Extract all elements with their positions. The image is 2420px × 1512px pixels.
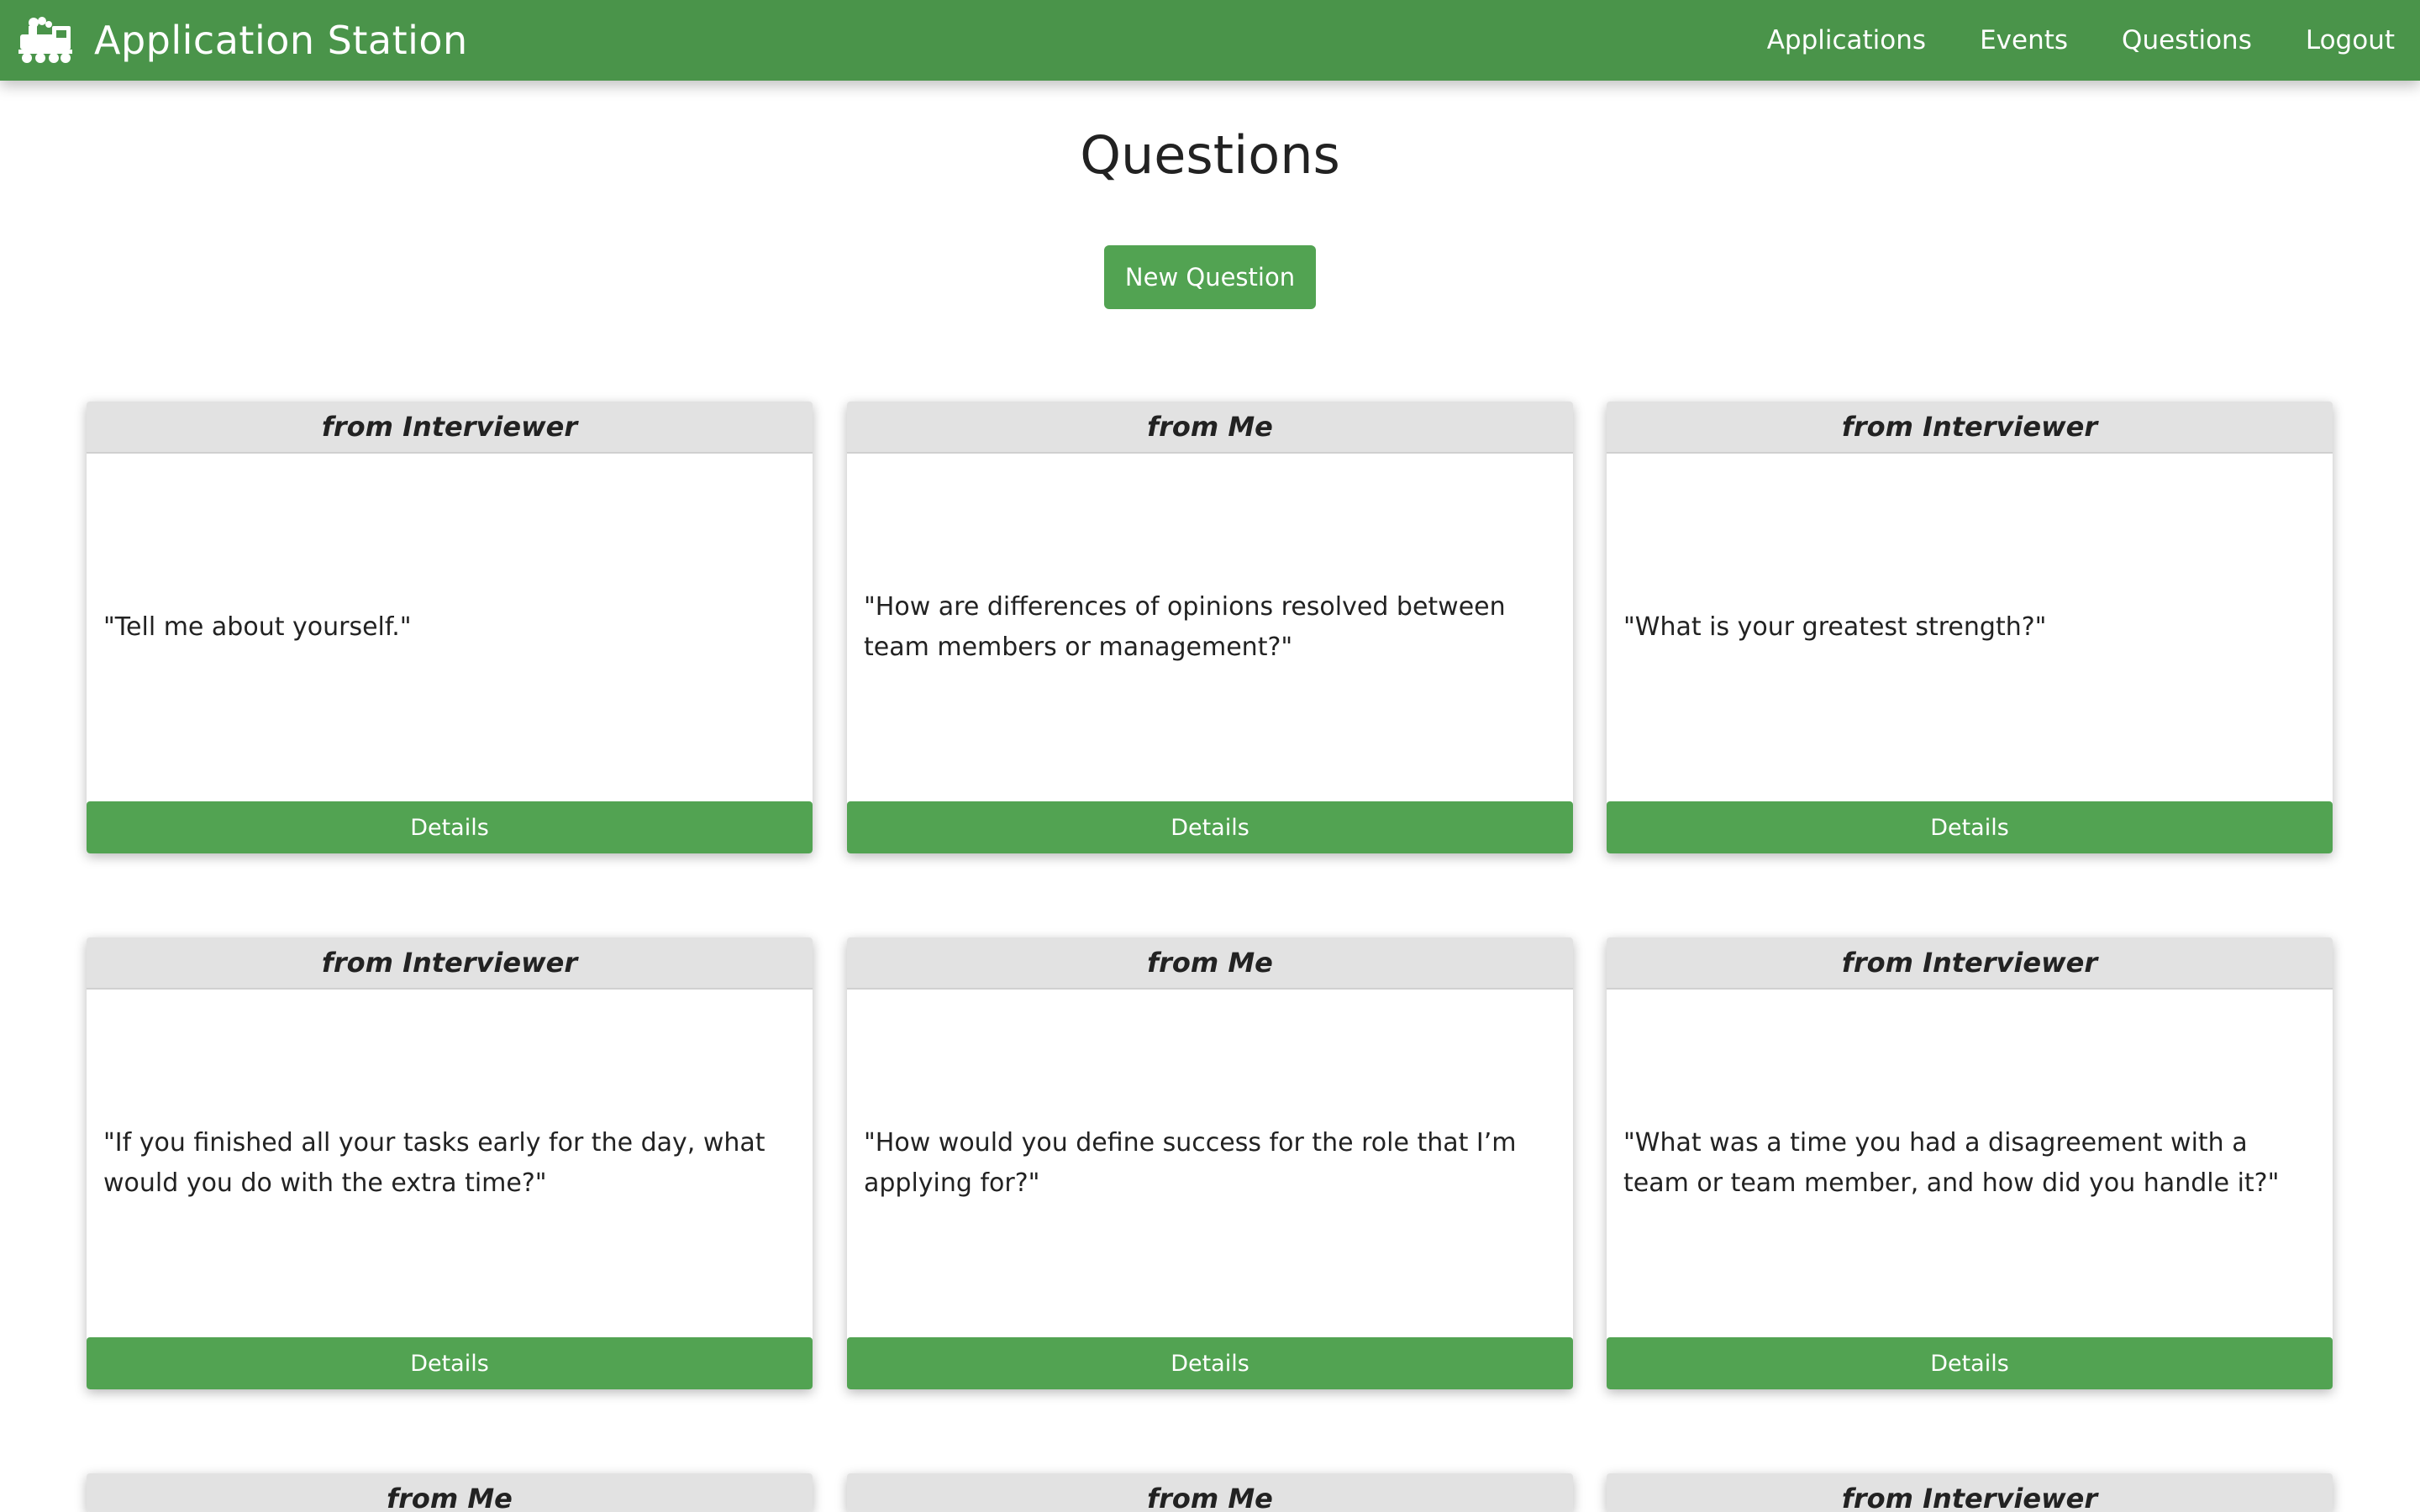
card-source-header: from Me — [87, 1473, 813, 1512]
brand-link[interactable]: Application Station — [17, 0, 468, 81]
card-source-header: from Interviewer — [87, 937, 813, 990]
details-button[interactable]: Details — [87, 801, 813, 853]
question-card: from Me — [847, 1473, 1573, 1512]
question-card: from Interviewer "Tell me about yourself… — [87, 402, 813, 853]
app-title: Application Station — [94, 18, 468, 63]
card-question-text: "What was a time you had a disagreement … — [1623, 1128, 2280, 1198]
train-icon — [18, 17, 72, 63]
card-source-header: from Interviewer — [87, 402, 813, 454]
nav-link-applications[interactable]: Applications — [1767, 25, 1926, 55]
card-source-header: from Interviewer — [1607, 1473, 2333, 1512]
card-source-header: from Me — [847, 937, 1573, 990]
card-source-header: from Me — [847, 402, 1573, 454]
question-card: from Interviewer "If you finished all yo… — [87, 937, 813, 1389]
question-card-grid: from Interviewer "Tell me about yourself… — [0, 0, 2420, 1512]
card-question-text: "How are differences of opinions resolve… — [864, 592, 1506, 662]
question-card: from Interviewer "What was a time you ha… — [1607, 937, 2333, 1389]
nav-link-events[interactable]: Events — [1980, 25, 2068, 55]
card-question-text: "If you finished all your tasks early fo… — [103, 1128, 765, 1198]
nav-links: Applications Events Questions Logout — [1767, 0, 2420, 81]
question-card: from Me "How are differences of opinions… — [847, 402, 1573, 853]
details-button[interactable]: Details — [1607, 801, 2333, 853]
details-button[interactable]: Details — [847, 1337, 1573, 1389]
card-source-header: from Interviewer — [1607, 937, 2333, 990]
details-button[interactable]: Details — [87, 1337, 813, 1389]
question-card: from Interviewer — [1607, 1473, 2333, 1512]
card-source-header: from Me — [847, 1473, 1573, 1512]
details-button[interactable]: Details — [847, 801, 1573, 853]
question-card: from Me — [87, 1473, 813, 1512]
card-question-text: "Tell me about yourself." — [103, 612, 412, 642]
nav-link-logout[interactable]: Logout — [2306, 25, 2395, 55]
card-question-text: "What is your greatest strength?" — [1623, 612, 2047, 642]
nav-link-questions[interactable]: Questions — [2122, 25, 2252, 55]
question-card: from Interviewer "What is your greatest … — [1607, 402, 2333, 853]
details-button[interactable]: Details — [1607, 1337, 2333, 1389]
question-card: from Me "How would you define success fo… — [847, 937, 1573, 1389]
card-source-header: from Interviewer — [1607, 402, 2333, 454]
card-question-text: "How would you define success for the ro… — [864, 1128, 1517, 1198]
top-navbar: Application Station Applications Events … — [0, 0, 2420, 81]
